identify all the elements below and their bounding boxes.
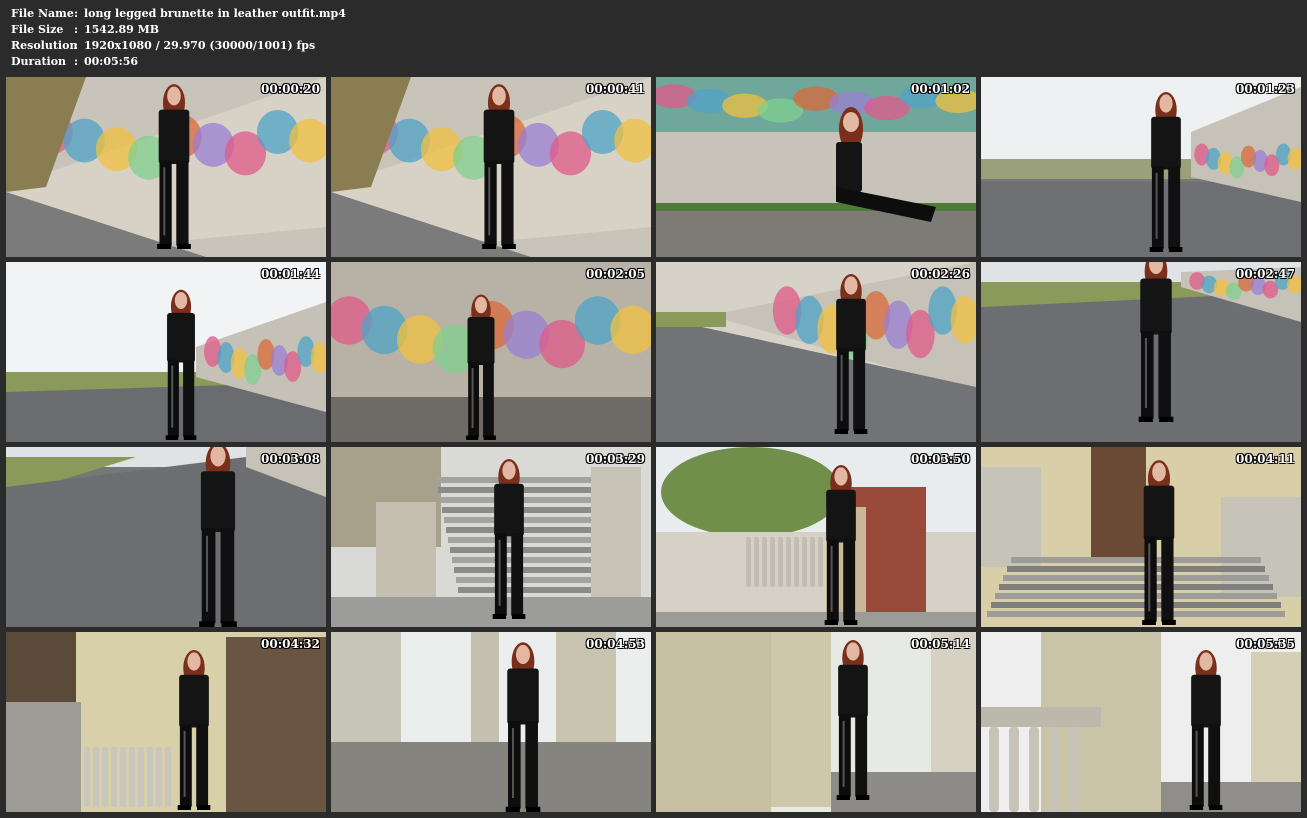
timestamp-label: 00:02:05 — [586, 267, 645, 281]
file-size-value: 1542.89 MB — [84, 23, 160, 36]
thumbnail: 00:00:41 — [331, 77, 651, 257]
thumbnail: 00:01:23 — [981, 77, 1301, 257]
resolution-value: 1920x1080 / 29.970 (30000/1001) fps — [84, 39, 316, 52]
file-info-panel: File Name : long legged brunette in leat… — [11, 6, 346, 70]
thumbnail: 00:04:53 — [331, 632, 651, 812]
thumbnail: 00:04:32 — [6, 632, 326, 812]
thumbnail: 00:01:44 — [6, 262, 326, 442]
file-name-label: File Name — [11, 7, 74, 20]
file-name-row: File Name : long legged brunette in leat… — [11, 6, 346, 22]
timestamp-label: 00:05:35 — [1236, 637, 1295, 651]
thumbnail: 00:02:05 — [331, 262, 651, 442]
thumbnail: 00:04:11 — [981, 447, 1301, 627]
thumbnail-image — [981, 447, 1301, 627]
timestamp-label: 00:03:29 — [586, 452, 645, 466]
thumbnail-image — [656, 447, 976, 627]
thumbnail-image — [331, 77, 651, 257]
thumbnail: 00:01:02 — [656, 77, 976, 257]
timestamp-label: 00:01:44 — [261, 267, 320, 281]
thumbnail-image — [981, 77, 1301, 257]
thumbnail-image — [6, 447, 326, 627]
timestamp-label: 00:03:50 — [911, 452, 970, 466]
thumbnail: 00:02:26 — [656, 262, 976, 442]
thumbnail-image — [6, 262, 326, 442]
timestamp-label: 00:00:20 — [261, 82, 320, 96]
thumbnail-image — [331, 262, 651, 442]
separator: : — [74, 55, 79, 68]
separator: : — [74, 23, 79, 36]
resolution-label: Resolution — [11, 39, 78, 52]
thumbnail-image — [6, 77, 326, 257]
thumbnail-grid: 00:00:20 00:00:41 00:01:02 00:01:23 00:01:44… — [6, 77, 1301, 812]
thumbnail-image — [981, 632, 1301, 812]
timestamp-label: 00:04:11 — [1236, 452, 1295, 466]
timestamp-label: 00:01:02 — [911, 82, 970, 96]
thumbnail-image — [331, 632, 651, 812]
timestamp-label: 00:04:53 — [586, 637, 645, 651]
thumbnail-image — [656, 632, 976, 812]
duration-value: 00:05:56 — [84, 55, 139, 68]
file-size-label: File Size — [11, 23, 64, 36]
timestamp-label: 00:05:14 — [911, 637, 970, 651]
file-size-row: File Size : 1542.89 MB — [11, 22, 346, 38]
thumbnail-image — [656, 77, 976, 257]
file-name-value: long legged brunette in leather outfit.m… — [84, 7, 346, 20]
thumbnail: 00:03:50 — [656, 447, 976, 627]
thumbnail: 00:02:47 — [981, 262, 1301, 442]
separator: : — [74, 7, 79, 20]
timestamp-label: 00:03:08 — [261, 452, 320, 466]
thumbnail-image — [6, 632, 326, 812]
timestamp-label: 00:02:47 — [1236, 267, 1295, 281]
timestamp-label: 00:04:32 — [261, 637, 320, 651]
duration-row: Duration : 00:05:56 — [11, 54, 346, 70]
contact-sheet: File Name : long legged brunette in leat… — [0, 0, 1307, 818]
separator: : — [74, 39, 79, 52]
timestamp-label: 00:00:41 — [586, 82, 645, 96]
thumbnail: 00:05:35 — [981, 632, 1301, 812]
thumbnail: 00:05:14 — [656, 632, 976, 812]
thumbnail: 00:00:20 — [6, 77, 326, 257]
timestamp-label: 00:01:23 — [1236, 82, 1295, 96]
resolution-row: Resolution : 1920x1080 / 29.970 (30000/1… — [11, 38, 346, 54]
thumbnail-image — [981, 262, 1301, 442]
thumbnail-image — [331, 447, 651, 627]
duration-label: Duration — [11, 55, 67, 68]
thumbnail: 00:03:08 — [6, 447, 326, 627]
thumbnail-image — [656, 262, 976, 442]
thumbnail: 00:03:29 — [331, 447, 651, 627]
timestamp-label: 00:02:26 — [911, 267, 970, 281]
